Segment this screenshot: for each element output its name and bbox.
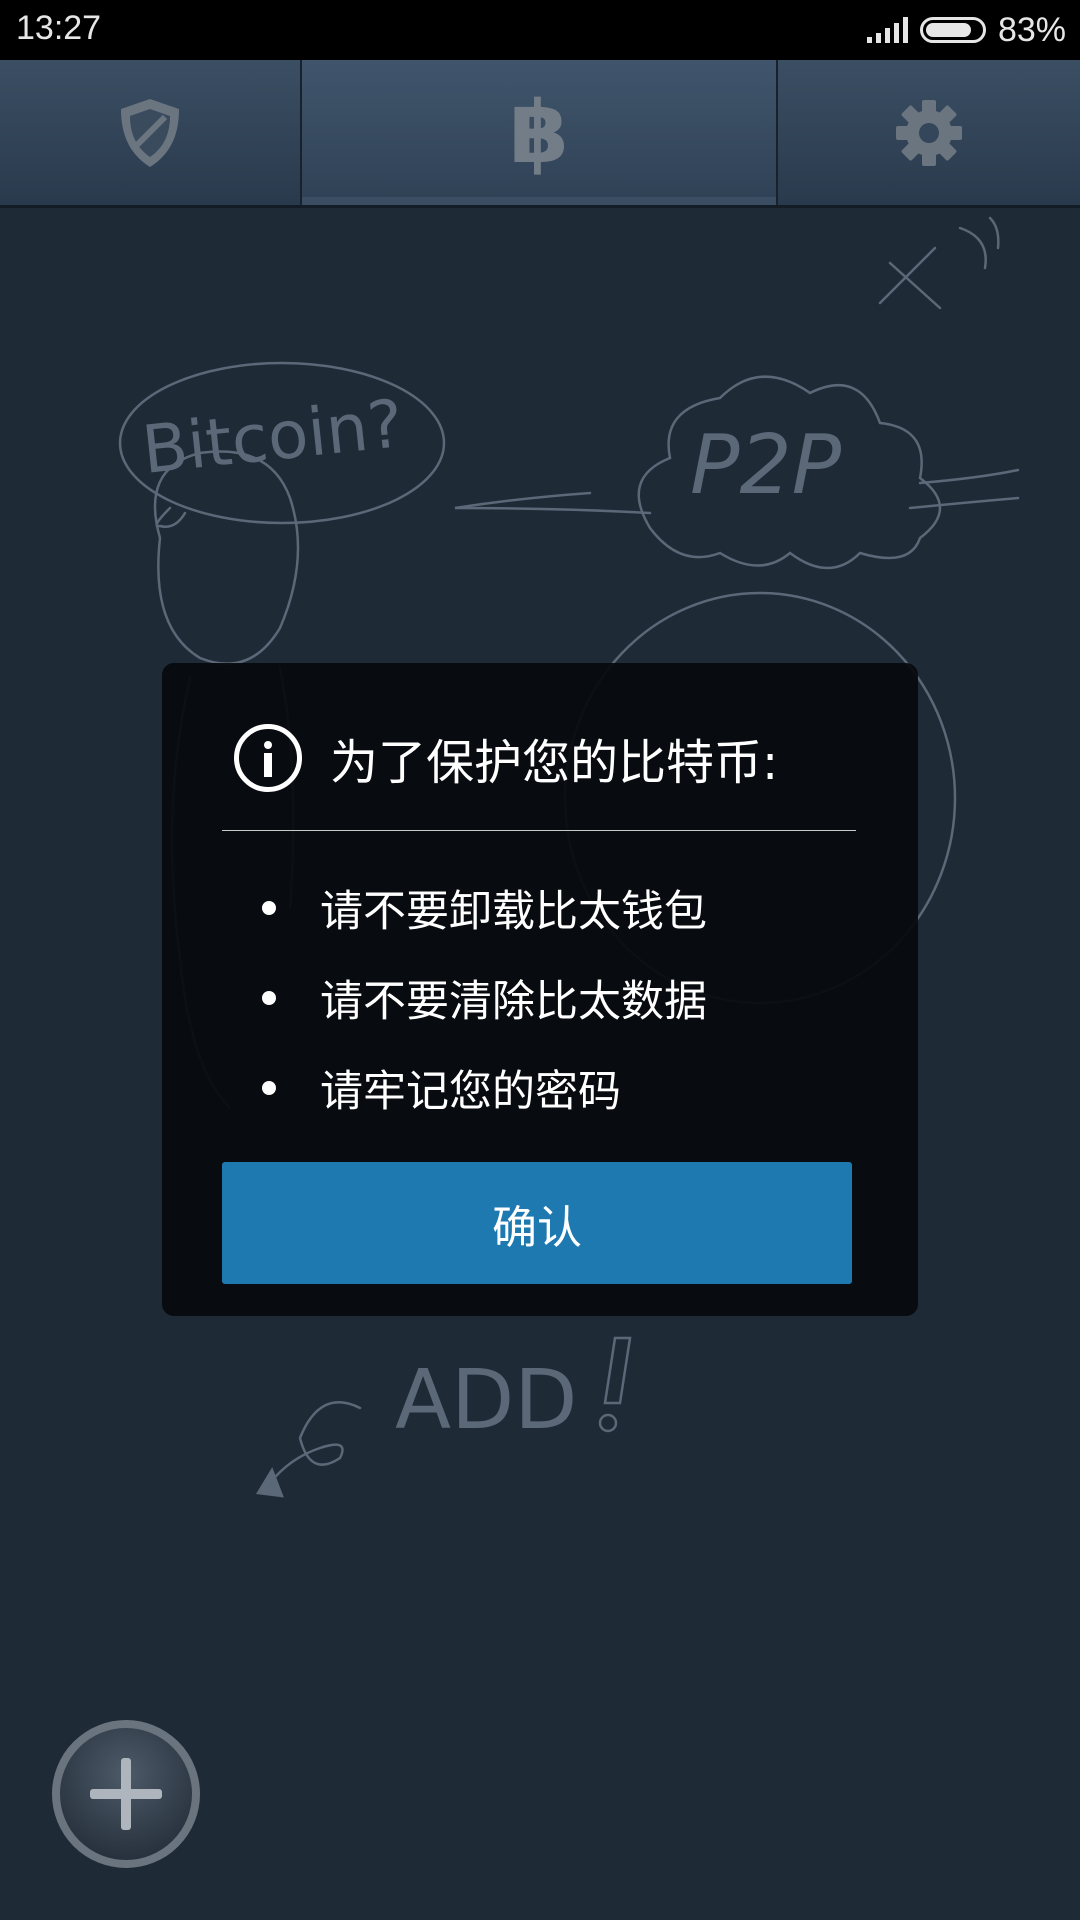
add-hint-text: ADD bbox=[395, 1353, 577, 1448]
list-item: 请不要卸载比太钱包 bbox=[262, 863, 707, 953]
speech-bubble bbox=[118, 361, 446, 525]
list-item-text: 请不要清除比太数据 bbox=[320, 977, 707, 1027]
dialog-header: 为了保护您的比特币: bbox=[222, 723, 856, 793]
status-right: 83% bbox=[866, 9, 1066, 51]
status-time: 13:27 bbox=[16, 9, 102, 47]
bullet-icon bbox=[262, 901, 276, 915]
tab-security[interactable] bbox=[0, 60, 302, 205]
battery-percent: 83% bbox=[997, 10, 1066, 49]
tab-wallet[interactable]: ฿ bbox=[302, 60, 778, 205]
figure-head bbox=[153, 450, 300, 665]
add-wallet-button[interactable] bbox=[52, 1720, 200, 1868]
cloud bbox=[637, 375, 942, 570]
tab-bar: ฿ bbox=[0, 60, 1080, 208]
battery-fill bbox=[925, 23, 971, 37]
gear-icon bbox=[896, 99, 962, 166]
status-bar: 13:27 83% bbox=[0, 0, 1080, 60]
plus-icon-vertical bbox=[121, 1758, 131, 1830]
bullet-icon bbox=[262, 991, 276, 1005]
tab-settings[interactable] bbox=[778, 60, 1080, 205]
bitcoin-icon: ฿ bbox=[509, 82, 569, 183]
p2p-text: P2P bbox=[690, 418, 842, 513]
list-item-text: 请不要卸载比太钱包 bbox=[320, 887, 707, 937]
signal-icon bbox=[866, 17, 908, 43]
info-icon bbox=[234, 724, 302, 792]
bitcoin-question-text: Bitcoin? bbox=[139, 385, 407, 489]
list-item: 请牢记您的密码 bbox=[262, 1043, 707, 1133]
bullet-icon bbox=[262, 1081, 276, 1095]
protect-bitcoin-dialog: 为了保护您的比特币: 请不要卸载比太钱包 请不要清除比太数据 请牢记您的密码 确… bbox=[162, 663, 918, 1316]
dialog-title: 为了保护您的比特币: bbox=[330, 735, 779, 791]
confirm-button[interactable]: 确认 bbox=[222, 1162, 852, 1284]
battery-icon bbox=[919, 17, 986, 43]
list-item-text: 请牢记您的密码 bbox=[320, 1067, 621, 1117]
list-item: 请不要清除比太数据 bbox=[262, 953, 707, 1043]
dialog-list: 请不要卸载比太钱包 请不要清除比太数据 请牢记您的密码 bbox=[262, 863, 707, 1133]
shield-icon bbox=[121, 98, 179, 167]
dialog-divider bbox=[222, 830, 856, 831]
